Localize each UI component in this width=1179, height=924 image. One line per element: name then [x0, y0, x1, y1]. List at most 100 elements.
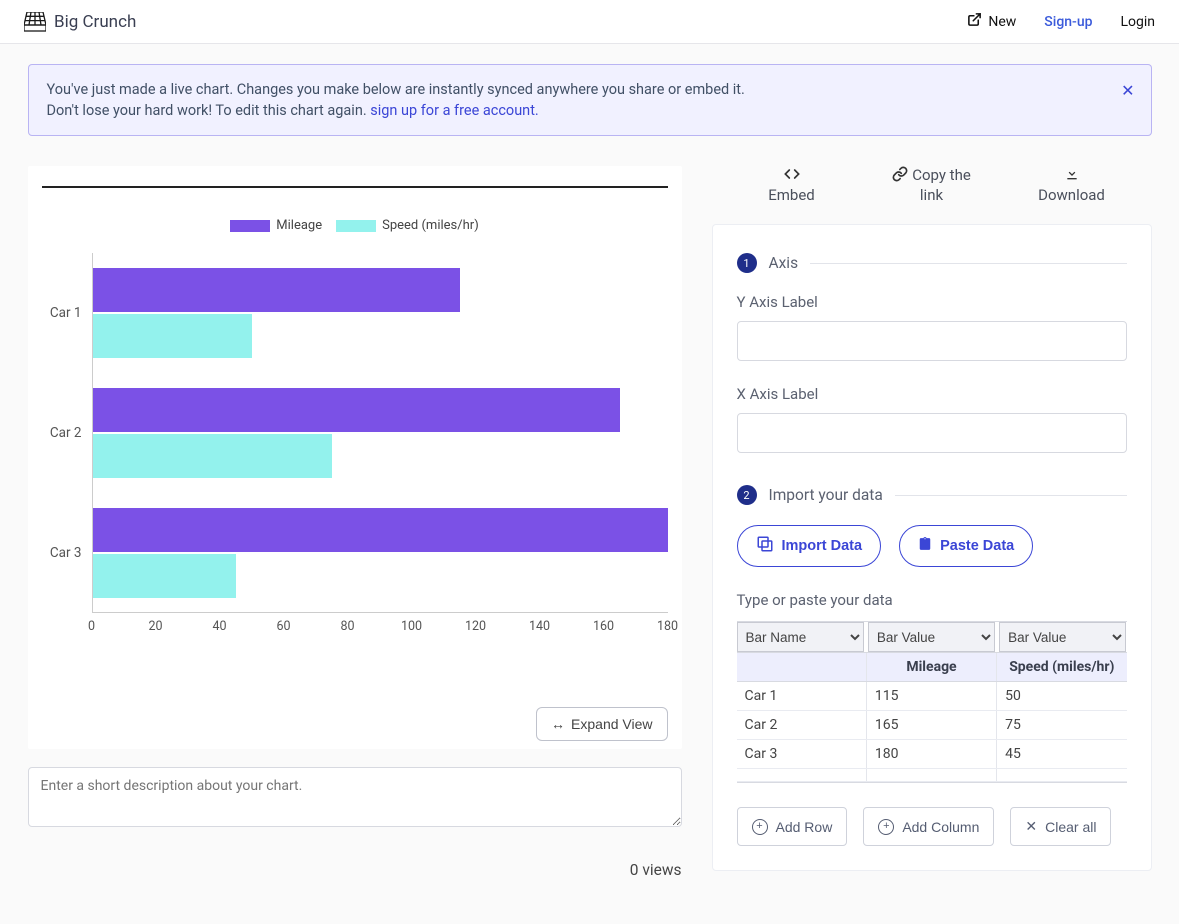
table-column-header[interactable]: Mileage: [867, 653, 997, 681]
settings-panel: 1 Axis Y Axis Label X Axis Label 2 Impor…: [712, 224, 1152, 871]
login-link[interactable]: Login: [1120, 14, 1155, 30]
plus-icon: +: [752, 819, 768, 835]
info-banner: You've just made a live chart. Changes y…: [28, 64, 1152, 136]
x-tick-label: 100: [401, 619, 422, 634]
expand-icon: ↔: [551, 716, 565, 732]
app-header: Big Crunch New Sign-up Login: [0, 0, 1179, 44]
embed-action[interactable]: Embed: [722, 166, 862, 204]
x-tick-label: 140: [529, 619, 550, 634]
add-row-button[interactable]: +Add Row: [737, 807, 848, 846]
section-import: 2 Import your data: [737, 485, 1127, 505]
legend-label: Mileage: [276, 218, 322, 233]
table-column-header[interactable]: [737, 653, 867, 681]
table-cell[interactable]: [867, 769, 997, 781]
code-icon: [722, 166, 862, 186]
section-axis: 1 Axis: [737, 253, 1127, 273]
x-tick-label: 60: [276, 619, 290, 634]
data-table: Bar NameBar ValueBar Value MileageSpeed …: [737, 621, 1127, 783]
copy-label-top: Copy the: [862, 166, 1002, 186]
share-actions: Embed Copy the link Download: [712, 166, 1152, 214]
copy-link-action[interactable]: Copy the link: [862, 166, 1002, 204]
x-tick-label: 20: [148, 619, 162, 634]
table-cell[interactable]: 50: [997, 682, 1126, 710]
table-cell[interactable]: 180: [867, 740, 997, 768]
table-cell[interactable]: Car 3: [737, 740, 867, 768]
clipboard-icon: [918, 536, 932, 556]
section-divider: [895, 495, 1127, 496]
paste-label: Paste Data: [940, 538, 1014, 554]
y-axis-field-label: Y Axis Label: [737, 293, 1127, 311]
table-row: Car 318045: [737, 740, 1127, 769]
y-axis-labels: Car 1Car 2Car 3: [42, 253, 92, 613]
legend-label: Speed (miles/hr): [382, 218, 479, 233]
app-logo-icon: [24, 12, 46, 32]
column-type-select[interactable]: Bar Value: [868, 622, 995, 652]
embed-label: Embed: [722, 186, 862, 204]
link-icon: [892, 166, 908, 186]
x-axis-input[interactable]: [737, 413, 1127, 453]
banner-line-2-prefix: Don't lose your hard work! To edit this …: [47, 102, 371, 119]
clear-label: Clear all: [1045, 819, 1096, 835]
download-label: Download: [1002, 186, 1142, 204]
chart-plot: Car 1Car 2Car 3 020406080100120140160180: [42, 253, 668, 637]
data-table-header: Bar NameBar ValueBar Value: [737, 622, 1127, 653]
brand: Big Crunch: [24, 12, 136, 32]
bar-group: [93, 253, 668, 373]
import-data-button[interactable]: Import Data: [737, 525, 882, 567]
bar-group: [93, 373, 668, 493]
plus-icon: +: [878, 819, 894, 835]
step-badge-2: 2: [737, 485, 757, 505]
chart-top-rule: [42, 186, 668, 188]
column-type-select[interactable]: Bar Name: [737, 622, 864, 652]
table-cell[interactable]: [737, 769, 867, 781]
chart-bar: [93, 508, 668, 552]
column-type-select[interactable]: Bar Value: [999, 622, 1126, 652]
table-cell[interactable]: 75: [997, 711, 1126, 739]
signup-link[interactable]: Sign-up: [1044, 14, 1092, 30]
x-tick-label: 120: [465, 619, 486, 634]
x-tick-label: 180: [657, 619, 678, 634]
new-label: New: [988, 14, 1016, 30]
table-cell[interactable]: Car 1: [737, 682, 867, 710]
y-axis-input[interactable]: [737, 321, 1127, 361]
table-row: Car 216575: [737, 711, 1127, 740]
close-icon[interactable]: ✕: [1121, 79, 1134, 102]
data-table-subheader: MileageSpeed (miles/hr): [737, 653, 1127, 682]
chart-bar: [93, 554, 237, 598]
import-icon: [756, 535, 774, 557]
y-tick-label: Car 2: [42, 425, 82, 441]
banner-signup-link[interactable]: sign up for a free account.: [370, 102, 539, 119]
section-title: Axis: [769, 254, 799, 272]
data-hint: Type or paste your data: [737, 591, 1127, 609]
clear-all-button[interactable]: ✕Clear all: [1010, 807, 1111, 846]
add-column-button[interactable]: + Add Column: [863, 807, 994, 846]
chart-bar: [93, 268, 460, 312]
table-cell[interactable]: 165: [867, 711, 997, 739]
download-action[interactable]: Download: [1002, 166, 1142, 204]
page-content: You've just made a live chart. Changes y…: [10, 44, 1170, 919]
paste-data-button[interactable]: Paste Data: [899, 525, 1033, 567]
legend-item-speed: Speed (miles/hr): [336, 218, 479, 233]
table-cell[interactable]: 45: [997, 740, 1126, 768]
table-cell[interactable]: [997, 769, 1126, 781]
import-label: Import Data: [782, 538, 863, 554]
add-col-label: Add Column: [902, 819, 979, 835]
legend-swatch-icon: [336, 220, 376, 232]
new-link[interactable]: New: [967, 12, 1016, 31]
bar-group: [93, 493, 668, 613]
expand-view-button[interactable]: ↔ Expand View: [536, 707, 667, 741]
download-icon: [1002, 166, 1142, 186]
data-table-body: Car 111550Car 216575Car 318045: [737, 682, 1127, 782]
table-cell[interactable]: Car 2: [737, 711, 867, 739]
copy-label-bottom: link: [862, 186, 1002, 204]
step-badge-1: 1: [737, 253, 757, 273]
chart-card: Mileage Speed (miles/hr) Car 1Car 2Car 3…: [28, 166, 682, 749]
chart-bar: [93, 388, 620, 432]
table-row: [737, 769, 1127, 782]
x-tick-label: 0: [88, 619, 95, 634]
table-cell[interactable]: 115: [867, 682, 997, 710]
section-divider: [810, 263, 1126, 264]
description-input[interactable]: [28, 767, 682, 827]
table-column-header[interactable]: Speed (miles/hr): [997, 653, 1126, 681]
settings-column: Embed Copy the link Download: [712, 166, 1152, 879]
